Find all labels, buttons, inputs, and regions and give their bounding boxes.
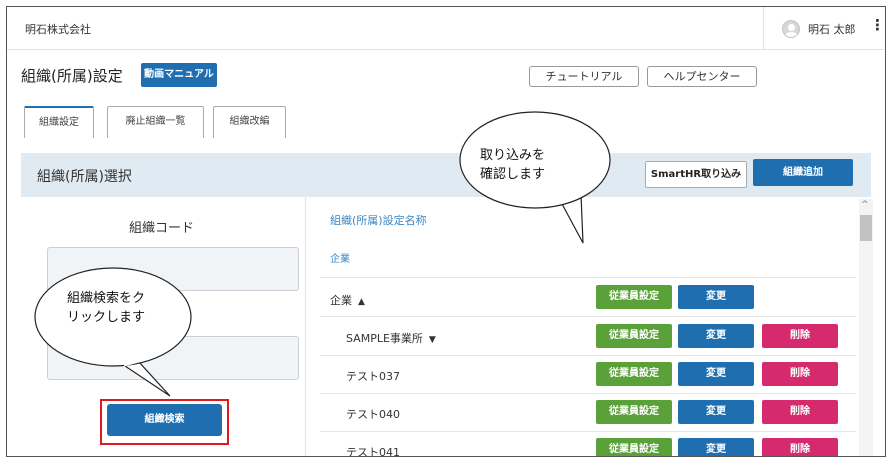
callout-import-text: 取り込みを 確認します bbox=[480, 148, 546, 182]
page-title: 組織(所属)設定 bbox=[21, 67, 123, 85]
row-divider bbox=[320, 431, 856, 432]
list-item-name[interactable]: テスト040 bbox=[346, 406, 400, 422]
user-name: 明石 太郎 bbox=[808, 23, 856, 36]
edit-button[interactable]: 変更 bbox=[678, 438, 754, 456]
search-panel: 組織コード 組織検索 bbox=[21, 197, 305, 456]
edit-button[interactable]: 変更 bbox=[678, 362, 754, 386]
edit-button[interactable]: 変更 bbox=[678, 400, 754, 424]
company-name: 明石株式会社 bbox=[25, 23, 91, 36]
row-divider bbox=[320, 355, 856, 356]
delete-button[interactable]: 削除 bbox=[762, 438, 838, 456]
scrollbar-thumb[interactable] bbox=[860, 215, 872, 241]
tutorial-button[interactable]: チュートリアル bbox=[529, 66, 639, 87]
edit-button[interactable]: 変更 bbox=[678, 324, 754, 348]
tab-org-restructure[interactable]: 組織改編 bbox=[213, 106, 286, 138]
add-org-button[interactable]: 組織追加 bbox=[753, 159, 853, 186]
scroll-up-icon[interactable]: ^ bbox=[861, 200, 869, 210]
edit-button[interactable]: 変更 bbox=[678, 285, 754, 309]
list-item-name[interactable]: SAMPLE事業所 ▼ bbox=[346, 330, 436, 346]
row-divider bbox=[320, 393, 856, 394]
employee-settings-button[interactable]: 従業員設定 bbox=[596, 362, 672, 386]
help-center-button[interactable]: ヘルプセンター bbox=[647, 66, 757, 87]
row-divider bbox=[320, 277, 856, 278]
list-item-name[interactable]: テスト037 bbox=[346, 368, 400, 384]
org-name-input[interactable] bbox=[47, 336, 299, 380]
org-code-label: 組織コード bbox=[129, 221, 195, 236]
highlight-frame bbox=[100, 399, 229, 445]
delete-button[interactable]: 削除 bbox=[762, 362, 838, 386]
tab-abolished-orgs[interactable]: 廃止組織一覧 bbox=[107, 106, 204, 138]
root-breadcrumb[interactable]: 企業 bbox=[330, 250, 350, 265]
user-avatar-icon bbox=[782, 20, 800, 38]
column-header: 組織(所属)設定名称 bbox=[330, 214, 427, 227]
callout-search-text: 組織検索をク リックします bbox=[67, 291, 146, 325]
list-item-name[interactable]: テスト041 bbox=[346, 444, 400, 456]
caret-down-icon[interactable]: ▼ bbox=[429, 335, 436, 345]
employee-settings-button[interactable]: 従業員設定 bbox=[596, 285, 672, 309]
user-menu[interactable]: 明石 太郎 ⋮ bbox=[763, 7, 885, 50]
row-divider bbox=[320, 316, 856, 317]
caret-up-icon[interactable]: ▲ bbox=[358, 297, 365, 307]
org-code-input[interactable] bbox=[47, 247, 299, 291]
delete-button[interactable]: 削除 bbox=[762, 324, 838, 348]
employee-settings-button[interactable]: 従業員設定 bbox=[596, 324, 672, 348]
video-manual-button[interactable]: 動画マニュアル bbox=[141, 63, 217, 87]
smarthr-import-button[interactable]: SmartHR取り込み bbox=[645, 161, 747, 188]
tab-org-settings[interactable]: 組織設定 bbox=[24, 106, 94, 138]
scrollbar[interactable]: ^ bbox=[859, 199, 873, 456]
top-bar: 明石株式会社 明石 太郎 ⋮ bbox=[7, 7, 885, 50]
employee-settings-button[interactable]: 従業員設定 bbox=[596, 438, 672, 456]
list-item-name[interactable]: 企業 ▲ bbox=[330, 292, 365, 308]
more-menu-icon[interactable]: ⋮ bbox=[870, 18, 885, 33]
section-header: 組織(所属)選択 SmartHR取り込み 組織追加 bbox=[21, 153, 871, 197]
app-window: 明石株式会社 明石 太郎 ⋮ 組織(所属)設定 動画マニュアル チュートリアル … bbox=[6, 6, 886, 457]
delete-button[interactable]: 削除 bbox=[762, 400, 838, 424]
employee-settings-button[interactable]: 従業員設定 bbox=[596, 400, 672, 424]
org-list: 組織(所属)設定名称 企業 企業 ▲ 従業員設定 変更 SAMPLE事業所 ▼ 従業… bbox=[305, 197, 871, 456]
section-title: 組織(所属)選択 bbox=[37, 169, 132, 185]
